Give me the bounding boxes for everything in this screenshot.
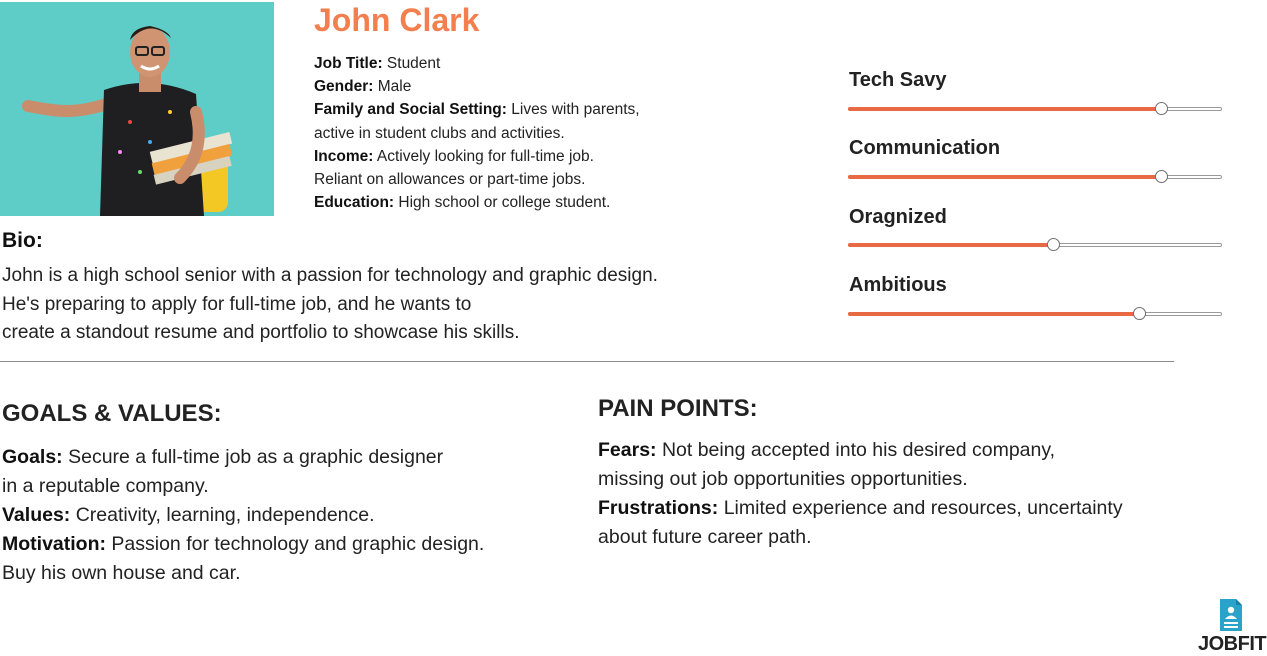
detail-value-line: Reliant on allowances or part-time jobs. — [314, 171, 586, 189]
slider-communication[interactable] — [848, 170, 1222, 183]
slider-organized[interactable] — [848, 238, 1222, 251]
detail-label: Job Title: — [314, 55, 383, 72]
frustrations-label: Frustrations: — [598, 497, 719, 519]
detail-label: Income: — [314, 147, 374, 165]
goal-value-line: in a reputable company. — [2, 475, 209, 497]
trait-sliders: Tech Savy Communication Oragnized Ambiti… — [848, 0, 1228, 330]
bio-line: He's preparing to apply for full-time jo… — [2, 293, 472, 315]
pain-points-text: Fears: Not being accepted into his desir… — [598, 436, 1198, 552]
slider-knob[interactable] — [1155, 170, 1169, 183]
goals-heading: GOALS & VALUES: — [2, 400, 222, 427]
slider-knob[interactable] — [1155, 102, 1169, 115]
values-item: Values: Creativity, learning, independen… — [2, 501, 562, 530]
fears-value-line: missing out job opportunities opportunit… — [598, 468, 968, 490]
frustrations-value: Limited experience and resources, uncert… — [723, 497, 1123, 519]
slider-fill — [848, 243, 1054, 247]
detail-value: Student — [386, 55, 441, 72]
goals-text: Goals: Secure a full-time job as a graph… — [2, 443, 562, 588]
detail-job-title: Job Title: Student — [314, 52, 714, 75]
trait-label-tech-savy: Tech Savy — [849, 69, 947, 91]
fears-value: Not being accepted into his desired comp… — [661, 439, 1056, 461]
bio-heading: Bio: — [2, 229, 43, 252]
bio-line: create a standout resume and portfolio t… — [2, 322, 520, 344]
fears-label: Fears: — [598, 439, 657, 461]
values-value: Creativity, learning, independence. — [75, 504, 375, 526]
slider-knob[interactable] — [1046, 238, 1060, 251]
bio-line: John is a high school senior with a pass… — [2, 265, 658, 286]
trait-label-ambitious: Ambitious — [849, 274, 947, 296]
frustrations-item: Frustrations: Limited experience and res… — [598, 494, 1198, 523]
detail-value-line: active in student clubs and activities. — [314, 124, 565, 142]
slider-tech-savy[interactable] — [848, 102, 1222, 115]
goal-value: Secure a full-time job as a graphic desi… — [68, 446, 444, 468]
persona-photo — [0, 2, 274, 216]
trait-label-organized: Oragnized — [849, 206, 947, 228]
slider-ambitious[interactable] — [848, 307, 1222, 320]
detail-education: Education: High school or college studen… — [314, 191, 714, 214]
detail-value: Lives with parents, — [511, 101, 640, 119]
bio-text: John is a high school senior with a pass… — [2, 262, 762, 348]
values-label: Values: — [2, 504, 71, 526]
document-person-icon — [1220, 599, 1242, 631]
detail-label: Gender: — [314, 78, 374, 96]
detail-income: Income: Actively looking for full-time j… — [314, 145, 714, 168]
slider-fill — [848, 312, 1140, 316]
slider-knob[interactable] — [1132, 307, 1146, 320]
pain-points-heading: PAIN POINTS: — [598, 395, 758, 422]
detail-value: Male — [377, 78, 412, 96]
detail-value: High school or college student. — [398, 194, 611, 212]
motivation-value: Passion for technology and graphic desig… — [111, 533, 485, 555]
jobfit-logo: JOBFIT — [1198, 597, 1267, 655]
section-divider — [0, 361, 1174, 362]
motivation-value-line: Buy his own house and car. — [2, 562, 241, 584]
slider-fill — [848, 175, 1163, 179]
persona-name: John Clark — [314, 2, 480, 38]
motivation-label: Motivation: — [2, 533, 106, 555]
detail-label: Education: — [314, 194, 395, 212]
student-illustration — [0, 2, 274, 216]
slider-fill — [848, 107, 1163, 111]
persona-details: Job Title: Student Gender: Male Family a… — [314, 52, 714, 214]
detail-gender: Gender: Male — [314, 75, 714, 98]
trait-label-communication: Communication — [849, 137, 1001, 159]
goal-label: Goals: — [2, 446, 63, 468]
detail-family-social: Family and Social Setting: Lives with pa… — [314, 98, 714, 121]
fears-item: Fears: Not being accepted into his desir… — [598, 436, 1198, 465]
goal-item: Goals: Secure a full-time job as a graph… — [2, 443, 562, 472]
detail-value: Actively looking for full-time job. — [376, 147, 594, 165]
frustrations-value-line: about future career path. — [598, 526, 812, 548]
detail-label: Family and Social Setting: — [314, 101, 507, 119]
motivation-item: Motivation: Passion for technology and g… — [2, 530, 562, 559]
logo-text: JOBFIT — [1198, 633, 1267, 655]
